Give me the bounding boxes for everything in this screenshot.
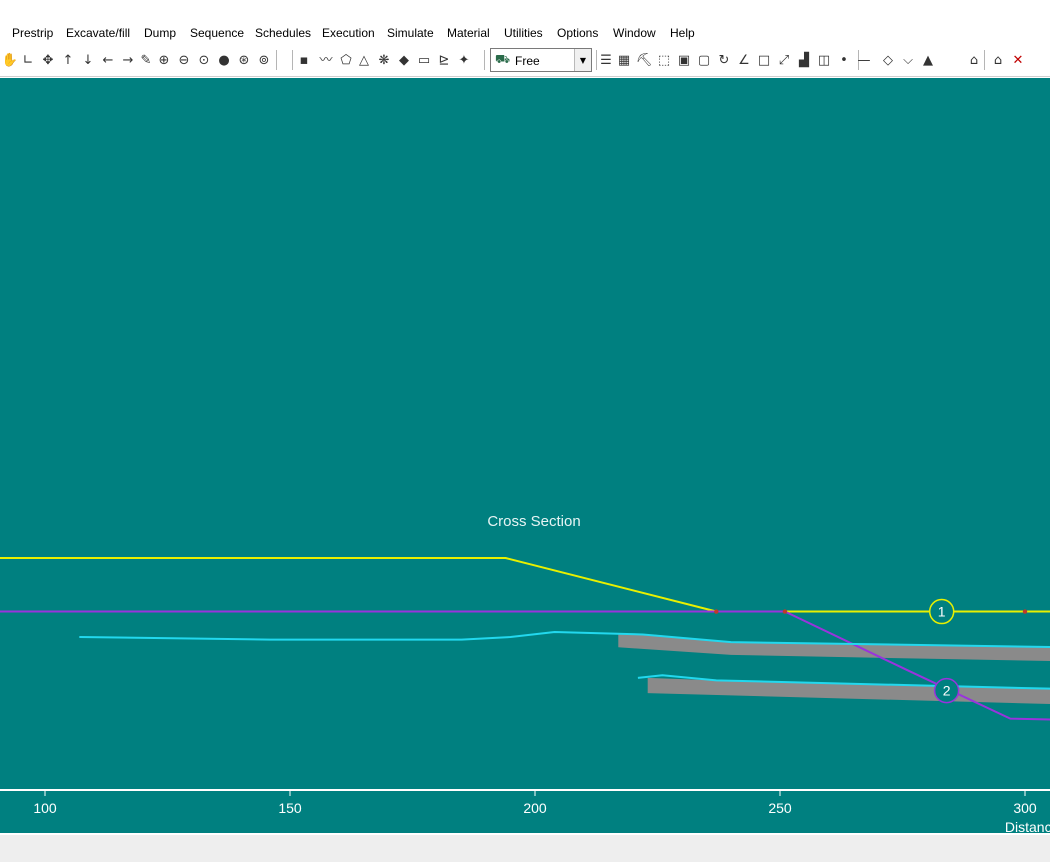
profile-icon[interactable]: ⊵ [436, 52, 452, 68]
excavator-icon: ⛟ [495, 52, 511, 66]
menu-material[interactable]: Material [447, 26, 490, 40]
zoom-out-icon[interactable]: ⊖ [176, 52, 192, 68]
menu-simulate[interactable]: Simulate [387, 26, 434, 40]
scraper-icon[interactable]: ⛏ [636, 52, 653, 68]
vee-icon[interactable]: ⌵ [900, 52, 916, 68]
pan-target-icon[interactable]: ⊛ [236, 52, 252, 68]
control-point[interactable] [782, 609, 788, 614]
section-title: Cross Section [487, 513, 580, 530]
mound-icon[interactable]: ▲ [920, 52, 936, 68]
menu-window[interactable]: Window [613, 26, 656, 40]
marker-1-label: 1 [938, 604, 946, 620]
menu-dump[interactable]: Dump [144, 26, 176, 40]
houses-icon[interactable]: ⌂ [990, 52, 1006, 68]
toolbar-separator [276, 50, 277, 70]
polygon-icon[interactable]: ⬠ [338, 52, 354, 68]
triangle-icon[interactable]: △ [356, 52, 372, 68]
point-icon[interactable]: ▪ [296, 52, 312, 68]
diamond-icon[interactable]: ◆ [396, 52, 412, 68]
angle-icon[interactable]: ∠ [736, 52, 752, 68]
x-tick-label-100: 100 [33, 800, 57, 816]
zoom-window-icon[interactable]: ⊙ [196, 52, 212, 68]
menu-utilities[interactable]: Utilities [504, 26, 543, 40]
x-tick-label-150: 150 [278, 800, 302, 816]
menu-sequence[interactable]: Sequence [190, 26, 244, 40]
house-icon[interactable]: ⌂ [966, 52, 982, 68]
topography-line[interactable] [0, 557, 1050, 696]
dot-icon[interactable]: • [836, 52, 852, 68]
pit-design-line[interactable] [0, 610, 1050, 732]
menu-options[interactable]: Options [557, 26, 598, 40]
seam-1-body[interactable] [618, 634, 1050, 681]
mode-select-value: Free [515, 54, 540, 68]
pencil-icon[interactable]: ✎ [138, 52, 154, 68]
map-icon[interactable]: ◫ [816, 52, 832, 68]
control-point[interactable] [1022, 609, 1028, 614]
status-bar [0, 833, 1050, 862]
square-icon[interactable]: ▢ [696, 52, 712, 68]
rectangle-icon[interactable]: ▭ [416, 52, 432, 68]
menu-excavate-fill[interactable]: Excavate/fill [66, 26, 130, 40]
close-icon[interactable]: ✕ [1010, 52, 1026, 68]
layers-icon[interactable]: ☰ [598, 52, 614, 68]
box-icon[interactable]: □ [756, 52, 772, 68]
x-tick-label-200: 200 [523, 800, 547, 816]
frame-icon[interactable]: ▣ [676, 52, 692, 68]
rotate-icon[interactable]: ↻ [716, 52, 732, 68]
hand-icon[interactable]: ✋ [2, 52, 18, 68]
corner-icon[interactable]: ∟ [20, 52, 36, 68]
seam-2-body[interactable] [647, 677, 1050, 732]
edit-line-icon[interactable]: ⤢ [776, 52, 792, 68]
x-tick-label-300: 300 [1013, 800, 1037, 816]
menu-schedules[interactable]: Schedules [255, 26, 311, 40]
arrow-down-icon[interactable]: ↓ [80, 52, 96, 68]
marker-2-label: 2 [943, 683, 951, 699]
zoom-in-icon[interactable]: ⊕ [156, 52, 172, 68]
chart-icon[interactable]: ▟ [796, 52, 812, 68]
toolbar-separator [292, 50, 293, 70]
arrow-up-icon[interactable]: ↑ [60, 52, 76, 68]
compass-icon[interactable]: ✦ [456, 52, 472, 68]
polyline-icon[interactable]: 〰 [318, 52, 334, 68]
menu-bar: Prestrip Excavate/fill Dump Sequence Schedul… [0, 22, 1050, 44]
cross-section-canvas[interactable]: Cross Section121234510015020025030035040… [0, 78, 1050, 833]
arrow-left-icon[interactable]: ← [100, 52, 116, 68]
sphere-icon[interactable]: ● [216, 52, 232, 68]
x-axis-title: Distance (m) [1005, 819, 1050, 833]
mode-select[interactable]: ⛟ Free ▼ [490, 48, 592, 72]
chevron-down-icon[interactable]: ▼ [574, 49, 591, 71]
move-icon[interactable]: ✥ [40, 52, 56, 68]
block-model-icon[interactable]: ▦ [616, 52, 632, 68]
zoom-extents-icon[interactable]: ⊚ [256, 52, 272, 68]
x-tick-label-250: 250 [768, 800, 792, 816]
cross-section-plot[interactable]: Cross Section121234510015020025030035040… [0, 78, 1050, 833]
toolbar-separator [596, 50, 597, 70]
select-icon[interactable]: ⬚ [656, 52, 672, 68]
toolbar-separator [984, 50, 985, 70]
control-point[interactable] [714, 609, 719, 614]
outline-diamond-icon[interactable]: ◇ [880, 52, 896, 68]
menu-execution[interactable]: Execution [322, 26, 375, 40]
menu-prestrip[interactable]: Prestrip [12, 26, 53, 40]
grid-sphere-icon[interactable]: ❋ [376, 52, 392, 68]
toolbar-separator [484, 50, 485, 70]
menu-help[interactable]: Help [670, 26, 695, 40]
line-icon[interactable]: — [856, 52, 872, 68]
arrow-right-icon[interactable]: → [120, 52, 136, 68]
